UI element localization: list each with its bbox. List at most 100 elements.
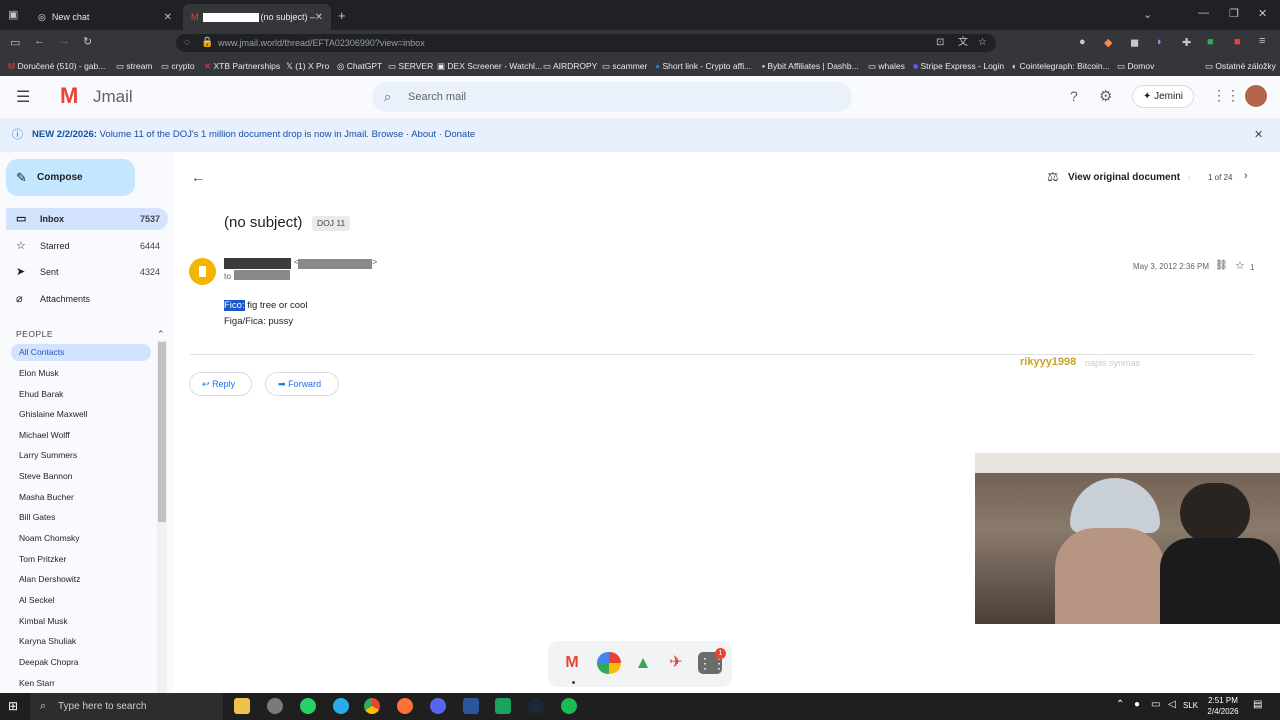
notifications-icon[interactable]: ▤ bbox=[1253, 699, 1262, 710]
taskbar-clock[interactable]: 2:51 PM 2/4/2026 bbox=[1200, 695, 1246, 717]
contact-item[interactable]: Bill Gates bbox=[11, 509, 151, 526]
sidebar-item-sent[interactable]: ➤ Sent 4324 bbox=[6, 261, 168, 283]
restore-icon[interactable]: ❐ bbox=[1229, 7, 1239, 20]
banner-link-browse[interactable]: Browse bbox=[372, 129, 404, 140]
contact-item[interactable]: Ehud Barak bbox=[11, 386, 151, 403]
bookmark-folder[interactable]: ▭ crypto bbox=[161, 61, 195, 72]
prev-email-icon[interactable]: ‹ bbox=[1188, 172, 1191, 182]
app-icon[interactable] bbox=[267, 698, 283, 714]
bookmark-item[interactable]: ● Short link - Crypto affi... bbox=[655, 61, 751, 71]
bookmark-star-icon[interactable]: ☆ bbox=[978, 34, 987, 52]
volume-icon[interactable]: ◁ bbox=[1168, 699, 1176, 710]
bookmark-folder[interactable]: ▭ AIRDROPY bbox=[543, 61, 597, 72]
bookmark-item[interactable]: ◎ ChatGPT bbox=[337, 61, 382, 72]
back-arrow-icon[interactable]: ← bbox=[191, 169, 205, 185]
collapse-people-icon[interactable]: ⌃ bbox=[157, 329, 165, 340]
contact-item[interactable]: Ghislaine Maxwell bbox=[11, 406, 151, 423]
install-app-icon[interactable]: ⊡ bbox=[936, 34, 944, 52]
settings-gear-icon[interactable]: ⚙ bbox=[1099, 87, 1112, 105]
search-icon[interactable]: ⌕ bbox=[384, 82, 391, 112]
bookmark-item[interactable]: ◐ Cointelegraph: Bitcoin... bbox=[1012, 61, 1110, 71]
main-menu-icon[interactable]: ☰ bbox=[16, 87, 30, 107]
new-tab-icon[interactable]: + bbox=[338, 8, 346, 23]
tray-chevron-icon[interactable]: ⌃ bbox=[1116, 699, 1124, 710]
banner-close-icon[interactable]: ✕ bbox=[1254, 118, 1263, 152]
contact-item[interactable]: Michael Wolff bbox=[11, 427, 151, 444]
tab-actions-icon[interactable]: ▣ bbox=[8, 8, 18, 21]
sidebar-item-attachments[interactable]: ⌀ Attachments bbox=[6, 288, 168, 310]
close-tab-icon[interactable]: ✕ bbox=[164, 12, 172, 23]
gmail-dock-icon[interactable]: M bbox=[560, 652, 584, 674]
bookmark-folder[interactable]: ▭ stream bbox=[116, 61, 152, 72]
tab-jmail[interactable]: M (no subject) – ✕ bbox=[183, 4, 331, 30]
search-input[interactable]: ⌕ Search mail bbox=[372, 82, 852, 112]
minimize-icon[interactable]: — bbox=[1198, 7, 1209, 19]
contact-item[interactable]: Noam Chomsky bbox=[11, 530, 151, 547]
star-toggle-icon[interactable]: ☆ bbox=[1235, 259, 1245, 272]
bookmark-item[interactable]: ▪ Bybit Affiliates | Dashb... bbox=[762, 61, 859, 71]
doj-tag-badge[interactable]: DOJ 11 bbox=[312, 216, 351, 231]
contact-item[interactable]: Steve Bannon bbox=[11, 468, 151, 485]
flights-dock-icon[interactable]: ✈ bbox=[664, 652, 688, 674]
tab-search-chevron-icon[interactable]: ⌄ bbox=[1143, 8, 1152, 21]
contact-item[interactable]: Tom Pritzker bbox=[11, 551, 151, 568]
taskbar-search-input[interactable]: ⌕ Type here to search bbox=[30, 693, 223, 720]
banner-link-donate[interactable]: Donate bbox=[445, 129, 476, 140]
whatsapp-icon[interactable] bbox=[300, 698, 316, 714]
menu-icon[interactable]: ≡ bbox=[1259, 35, 1265, 47]
contact-item[interactable]: Larry Summers bbox=[11, 447, 151, 464]
bookmark-item[interactable]: ▣ DEX Screener - Watchl... bbox=[437, 61, 542, 72]
reload-icon[interactable]: ↻ bbox=[83, 35, 92, 48]
bookmark-item[interactable]: ■ Stripe Express - Login bbox=[913, 61, 1004, 71]
contact-item[interactable]: Karyna Shuliak bbox=[11, 633, 151, 650]
site-info-icon[interactable]: ◌ bbox=[184, 34, 190, 52]
sidebar-toggle-icon[interactable]: ▭ bbox=[10, 36, 20, 49]
contact-item[interactable]: Kimbal Musk bbox=[11, 613, 151, 630]
profile-extension-icon[interactable]: ● bbox=[1079, 36, 1086, 48]
tab-new-chat[interactable]: ◎ New chat ✕ bbox=[30, 4, 180, 30]
word-icon[interactable] bbox=[463, 698, 479, 714]
window-close-icon[interactable]: ✕ bbox=[1258, 7, 1267, 20]
extension-icon[interactable]: ■ bbox=[1207, 36, 1214, 48]
extension-icon[interactable]: ◼ bbox=[1130, 36, 1139, 49]
contact-item[interactable]: Ken Starr bbox=[11, 675, 151, 692]
view-original-link[interactable]: View original document bbox=[1068, 172, 1180, 183]
next-email-icon[interactable]: › bbox=[1244, 170, 1248, 182]
contact-item[interactable]: Alan Dershowitz bbox=[11, 571, 151, 588]
app-icon[interactable] bbox=[495, 698, 511, 714]
firefox-icon[interactable] bbox=[397, 698, 413, 714]
telegram-icon[interactable] bbox=[333, 698, 349, 714]
bookmark-folder[interactable]: ▭ whales bbox=[868, 61, 905, 72]
extensions-puzzle-icon[interactable]: ✚ bbox=[1182, 36, 1191, 49]
compose-button[interactable]: ✎ Compose bbox=[6, 159, 135, 196]
contact-item[interactable]: Al Seckel bbox=[11, 592, 151, 609]
bookmark-item[interactable]: M Doručené (510) - gab... bbox=[8, 61, 105, 71]
link-icon[interactable]: ⛓ bbox=[1215, 260, 1228, 271]
photos-dock-icon[interactable] bbox=[597, 652, 621, 674]
drive-dock-icon[interactable]: ▲ bbox=[631, 652, 655, 674]
extension-icon[interactable]: ◗ bbox=[1156, 36, 1163, 48]
bookmark-item[interactable]: 𝕏 (1) X Pro bbox=[286, 61, 329, 72]
contact-item[interactable]: Elon Musk bbox=[11, 365, 151, 382]
translate-icon[interactable]: 文 bbox=[958, 34, 968, 52]
extension-icon[interactable]: ◆ bbox=[1104, 36, 1112, 49]
contact-all[interactable]: All Contacts bbox=[11, 344, 151, 361]
address-bar[interactable]: ◌ 🔒 www.jmail.world/thread/EFTA02306990?… bbox=[176, 34, 996, 52]
bookmark-item[interactable]: ✕ XTB Partnerships bbox=[204, 61, 280, 72]
bookmark-item[interactable]: ▭ Domov bbox=[1117, 61, 1154, 72]
sidebar-item-inbox[interactable]: ▭ Inbox 7537 bbox=[6, 208, 168, 230]
contact-item[interactable]: Masha Bucher bbox=[11, 489, 151, 506]
spotify-icon[interactable] bbox=[561, 698, 577, 714]
extension-icon[interactable]: ■ bbox=[1234, 36, 1241, 48]
network-icon[interactable]: ▭ bbox=[1151, 699, 1160, 710]
forward-button[interactable]: ➡ Forward bbox=[265, 372, 339, 396]
windows-start-icon[interactable]: ⊞ bbox=[8, 699, 18, 713]
language-indicator[interactable]: SLK bbox=[1183, 701, 1198, 710]
jemini-button[interactable]: ✦ Jemini bbox=[1132, 85, 1194, 108]
reply-button[interactable]: ↩ Reply bbox=[189, 372, 252, 396]
back-icon[interactable]: ← bbox=[34, 35, 45, 47]
steam-icon[interactable] bbox=[528, 698, 544, 714]
forward-icon[interactable]: → bbox=[59, 35, 70, 47]
sidebar-item-starred[interactable]: ☆ Starred 6444 bbox=[6, 235, 168, 257]
banner-link-about[interactable]: About bbox=[411, 129, 436, 140]
